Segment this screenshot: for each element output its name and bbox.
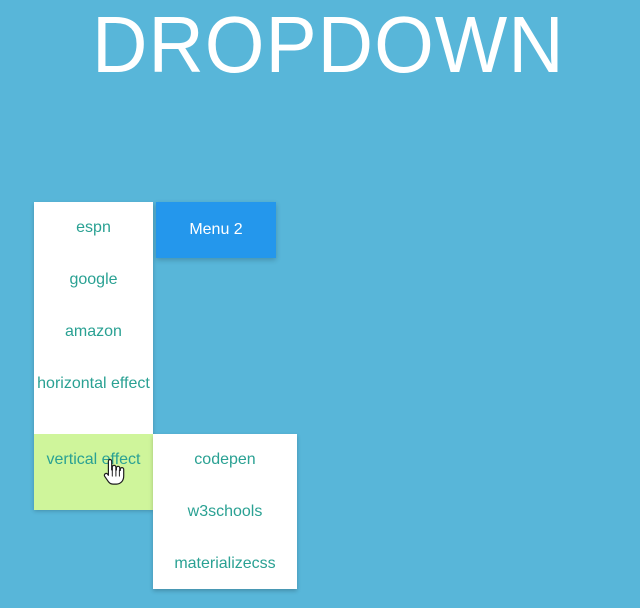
submenu-vertical-effect: codepen w3schools materializecss (153, 434, 297, 589)
page: DROPDOWN Menu 2 espn google amazon horiz… (0, 0, 640, 608)
submenu-item-codepen[interactable]: codepen (153, 434, 297, 486)
menu-item-amazon[interactable]: amazon (34, 306, 153, 358)
menu-item-vertical-effect[interactable]: vertical effect (34, 434, 153, 510)
hand-pointer-icon (103, 458, 125, 485)
primary-dropdown-menu: espn google amazon horizontal effect ver… (34, 202, 153, 510)
menu-2-button[interactable]: Menu 2 (156, 202, 276, 258)
submenu-item-w3schools[interactable]: w3schools (153, 486, 297, 538)
menu-item-espn[interactable]: espn (34, 202, 153, 254)
page-title: DROPDOWN (91, 0, 565, 89)
menu-item-horizontal-effect[interactable]: horizontal effect (34, 358, 153, 434)
menu-item-google[interactable]: google (34, 254, 153, 306)
submenu-item-materializecss[interactable]: materializecss (153, 538, 297, 590)
